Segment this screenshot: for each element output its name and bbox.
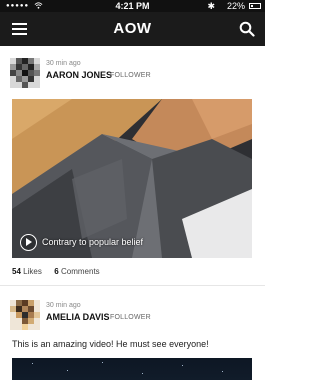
avatar[interactable] [10, 58, 40, 88]
video-thumbnail[interactable]: Contrary to popular belief [12, 99, 252, 258]
likes-button[interactable]: 54 Likes [12, 267, 42, 276]
app-title: AOW [113, 20, 152, 37]
bluetooth-icon: ✱ [207, 1, 215, 11]
post-text: This is an amazing video! He must see ev… [12, 339, 209, 349]
avatar[interactable] [10, 300, 40, 330]
author-name[interactable]: AMELIA DAVIS [46, 312, 110, 322]
follower-label: FOLLOWER [110, 314, 151, 321]
likes-label: Likes [23, 267, 42, 276]
battery-icon [249, 3, 261, 9]
battery-percentage: 22% [226, 1, 245, 11]
post-stats: 54 Likes 6 Comments [12, 267, 100, 276]
top-nav-bar: AOW [0, 12, 265, 46]
comments-count: 6 [54, 267, 59, 276]
play-icon [26, 238, 32, 246]
comments-label: Comments [60, 267, 100, 276]
play-button[interactable] [20, 234, 37, 251]
post-divider [0, 285, 265, 286]
clock: 4:21 PM [115, 1, 150, 11]
post-time: 30 min ago [46, 302, 81, 309]
video-thumbnail-image [12, 99, 252, 258]
comments-button[interactable]: 6 Comments [54, 267, 99, 276]
author-name[interactable]: AARON JONES [46, 70, 112, 80]
follower-label: FOLLOWER [110, 72, 151, 79]
battery-level [251, 5, 253, 7]
post-header: 30 min ago AARON JONES FOLLOWER [0, 52, 265, 92]
video-title: Contrary to popular belief [42, 237, 144, 247]
post-media[interactable] [12, 358, 252, 380]
post-time: 30 min ago [46, 60, 81, 67]
search-icon[interactable] [239, 21, 255, 37]
status-bar: ●●●●● 4:21 PM ✱ 22% [0, 0, 265, 12]
post-header: 30 min ago AMELIA DAVIS FOLLOWER [0, 294, 265, 334]
likes-count: 54 [12, 267, 21, 276]
